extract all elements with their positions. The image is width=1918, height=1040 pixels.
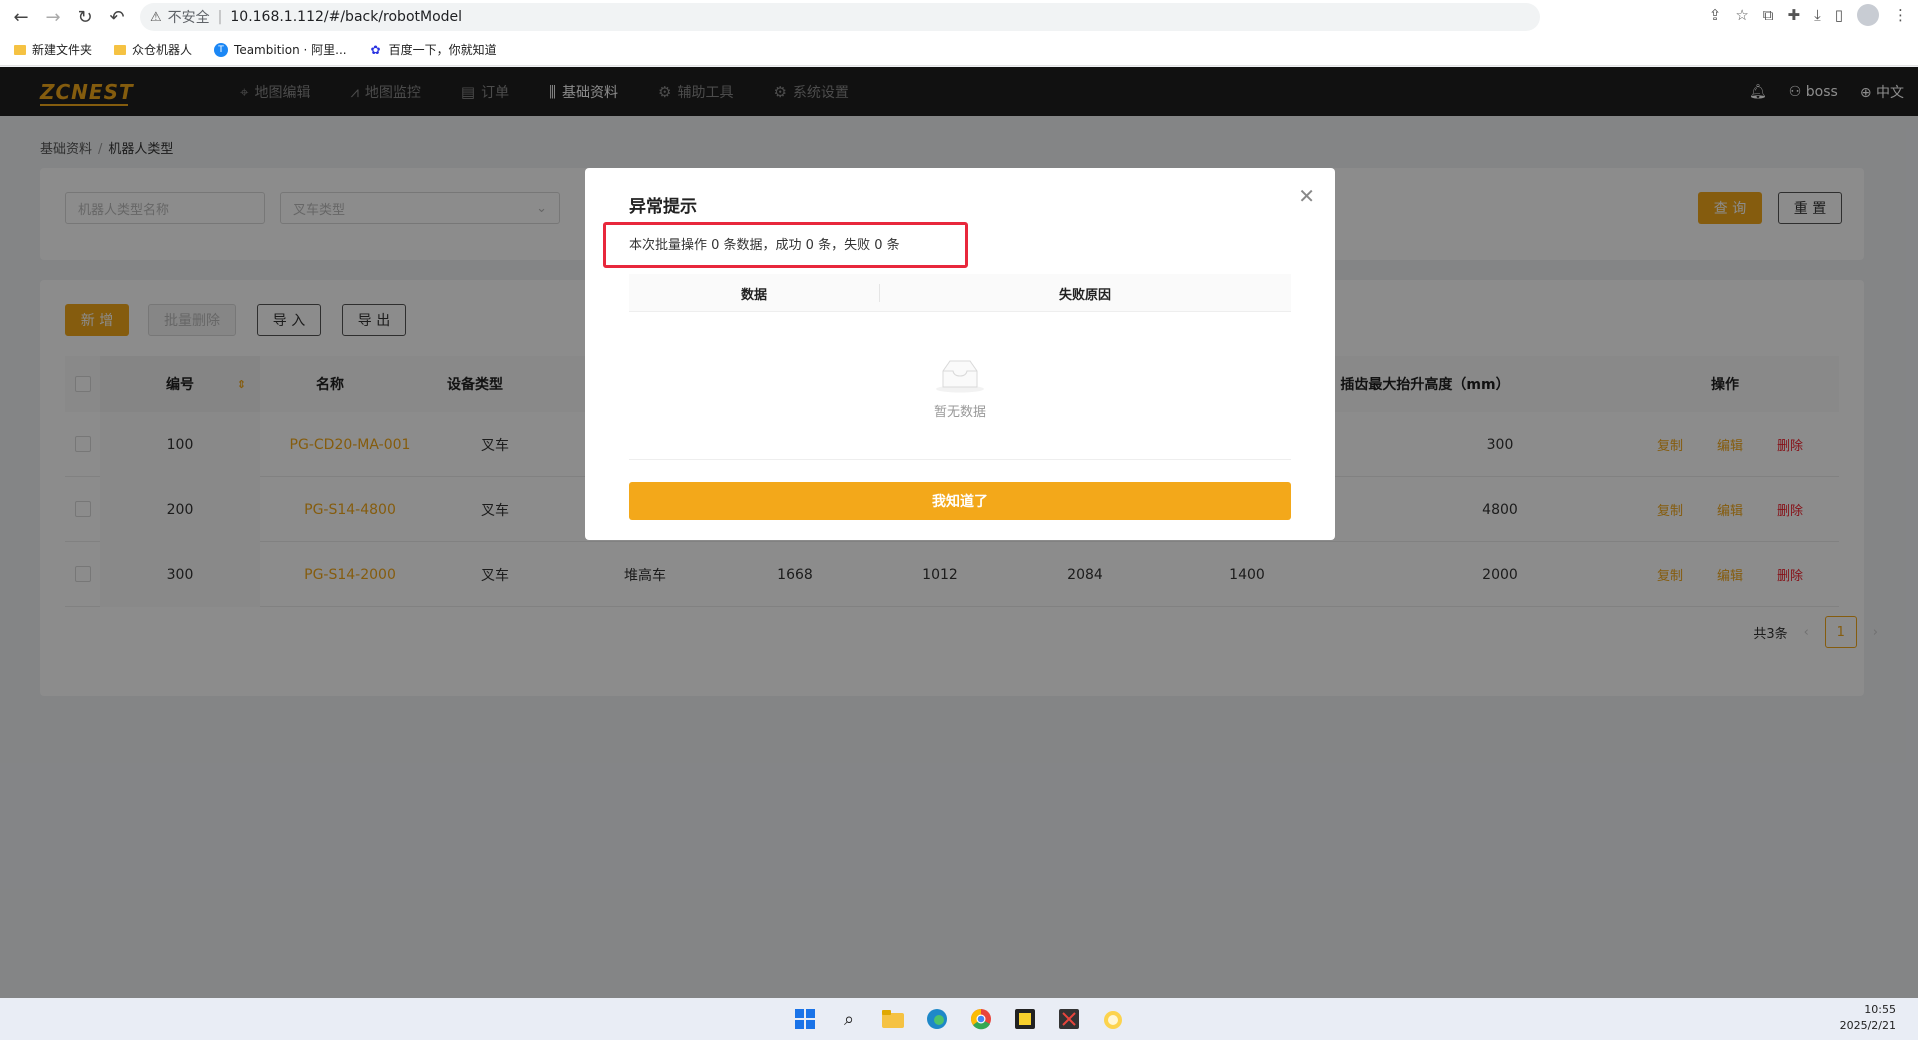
baidu-paw-icon: ✿ — [370, 42, 381, 57]
extensions-icon[interactable]: ✚ — [1788, 6, 1801, 24]
address-bar[interactable]: ⚠ 不安全 | 10.168.1.112/#/back/robotModel — [140, 3, 1540, 31]
address-separator: | — [217, 9, 223, 25]
windows-taskbar: ⌕ 10:55 2025/2/21 — [0, 998, 1918, 1040]
clock-time: 10:55 — [1864, 1003, 1896, 1016]
insecure-label: 不安全 — [167, 10, 210, 26]
folder-icon — [114, 44, 127, 55]
undo-icon[interactable]: ↶ — [102, 2, 132, 32]
app-icon[interactable] — [1098, 1004, 1128, 1034]
empty-text: 暂无数据 — [933, 405, 986, 420]
bookmark-baidu[interactable]: ✿ 百度一下，你就知道 — [369, 41, 497, 58]
url-text[interactable]: 10.168.1.112/#/back/robotModel — [230, 9, 462, 25]
bookmarks-bar: 新建文件夹 众仓机器人 T Teambition · 阿里... ✿ 百度一下，你就… — [0, 34, 1918, 66]
edge-icon[interactable] — [922, 1004, 952, 1034]
windows-start-icon[interactable] — [790, 1004, 820, 1034]
acknowledge-button[interactable]: 我知道了 — [629, 482, 1291, 520]
search-icon[interactable]: ⌕ — [834, 1004, 864, 1034]
forward-icon[interactable]: → — [38, 2, 68, 32]
download-icon[interactable]: ⤓ — [1814, 6, 1821, 24]
reload-icon[interactable]: ↻ — [70, 2, 100, 32]
sidebar-icon[interactable]: ▯ — [1835, 6, 1843, 24]
system-clock[interactable]: 10:55 2025/2/21 — [1840, 1002, 1896, 1034]
bookmark-teambition[interactable]: T Teambition · 阿里... — [214, 41, 347, 58]
error-dialog: 异常提示 ✕ 本次批量操作 0 条数据，成功 0 条，失败 0 条 数据 失败原… — [585, 168, 1335, 540]
sticky-notes-icon[interactable] — [1010, 1004, 1040, 1034]
back-icon[interactable]: ← — [6, 2, 36, 32]
empty-state: 暂无数据 — [629, 318, 1291, 460]
close-icon[interactable]: ✕ — [1298, 184, 1315, 208]
crop-icon[interactable]: ⧉ — [1763, 6, 1774, 24]
warning-icon: ⚠ — [150, 9, 162, 25]
snipping-tool-icon[interactable] — [1054, 1004, 1084, 1034]
folder-icon — [14, 44, 26, 55]
star-icon[interactable]: ☆ — [1735, 6, 1748, 24]
dialog-title: 异常提示 — [629, 197, 697, 217]
file-explorer-icon[interactable] — [878, 1004, 908, 1034]
column-data: 数据 — [740, 287, 767, 303]
browser-toolbar: ← → ↻ ↶ ⚠ 不安全 | 10.168.1.112/#/back/robo… — [0, 0, 1918, 34]
chrome-icon[interactable] — [966, 1004, 996, 1034]
column-fail-reason: 失败原因 — [1058, 287, 1111, 303]
more-icon[interactable]: ⋮ — [1893, 6, 1908, 24]
bookmark-folder[interactable]: 新建文件夹 — [14, 41, 92, 58]
share-icon[interactable]: ⇪ — [1709, 6, 1722, 24]
dialog-table-header: 数据 失败原因 — [629, 274, 1291, 312]
bookmark-folder[interactable]: 众仓机器人 — [114, 41, 192, 58]
empty-inbox-icon — [936, 360, 984, 393]
clock-date: 2025/2/21 — [1839, 1019, 1896, 1032]
profile-avatar[interactable] — [1857, 4, 1879, 26]
dialog-message: 本次批量操作 0 条数据，成功 0 条，失败 0 条 — [629, 238, 900, 253]
teambition-icon: T — [214, 42, 229, 57]
